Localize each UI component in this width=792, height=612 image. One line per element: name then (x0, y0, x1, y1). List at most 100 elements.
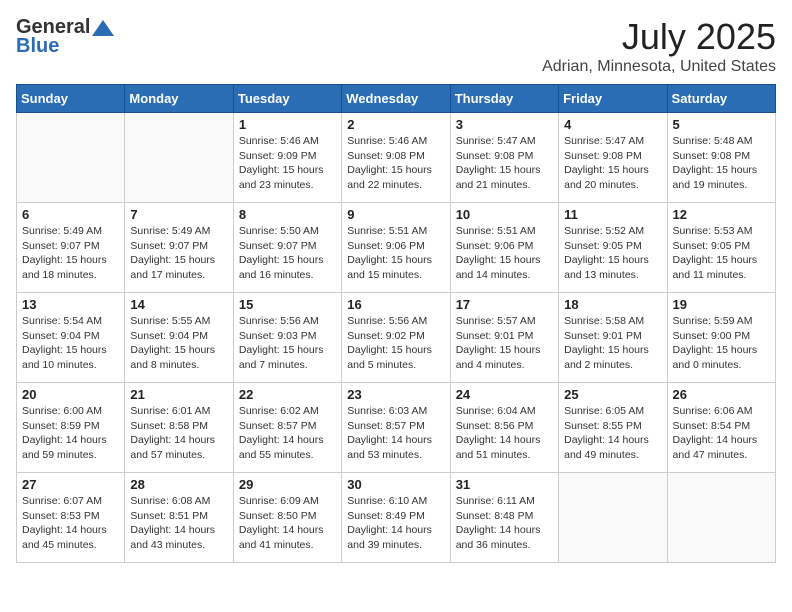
day-number: 23 (347, 387, 444, 402)
day-info: Sunrise: 5:55 AM Sunset: 9:04 PM Dayligh… (130, 314, 227, 373)
calendar-header-friday: Friday (559, 85, 667, 113)
calendar-cell: 11Sunrise: 5:52 AM Sunset: 9:05 PM Dayli… (559, 203, 667, 293)
calendar-cell: 20 Sunrise: 6:00 AM Sunset: 8:59 PM Dayli… (17, 383, 125, 473)
day-number: 19 (673, 297, 770, 312)
day-number: 12 (673, 207, 770, 222)
day-info: Sunrise: 5:49 AM Sunset: 9:07 PM Dayligh… (22, 224, 119, 283)
calendar-cell: 6 Sunrise: 5:49 AM Sunset: 9:07 PM Daylig… (17, 203, 125, 293)
calendar-cell: 2Sunrise: 5:46 AM Sunset: 9:08 PM Daylig… (342, 113, 450, 203)
week-row-2: 6 Sunrise: 5:49 AM Sunset: 9:07 PM Daylig… (17, 203, 776, 293)
calendar-cell: 27 Sunrise: 6:07 AM Sunset: 8:53 PM Dayli… (17, 473, 125, 563)
week-row-4: 20 Sunrise: 6:00 AM Sunset: 8:59 PM Dayli… (17, 383, 776, 473)
calendar-cell: 31 Sunrise: 6:11 AM Sunset: 8:48 PM Dayli… (450, 473, 558, 563)
day-number: 26 (673, 387, 770, 402)
day-number: 9 (347, 207, 444, 222)
calendar-cell: 26 Sunrise: 6:06 AM Sunset: 8:54 PM Dayli… (667, 383, 775, 473)
day-info: Sunrise: 6:00 AM Sunset: 8:59 PM Dayligh… (22, 404, 119, 463)
calendar-cell: 17 Sunrise: 5:57 AM Sunset: 9:01 PM Dayli… (450, 293, 558, 383)
day-number: 22 (239, 387, 336, 402)
day-info: Sunrise: 5:47 AM Sunset: 9:08 PM Dayligh… (456, 134, 553, 193)
location-subtitle: Adrian, Minnesota, United States (542, 58, 776, 76)
day-info: Sunrise: 5:52 AM Sunset: 9:05 PM Dayligh… (564, 224, 661, 283)
day-info: Sunrise: 6:01 AM Sunset: 8:58 PM Dayligh… (130, 404, 227, 463)
calendar-header-row: SundayMondayTuesdayWednesdayThursdayFrid… (17, 85, 776, 113)
day-number: 5 (673, 117, 770, 132)
calendar-cell: 30 Sunrise: 6:10 AM Sunset: 8:49 PM Dayli… (342, 473, 450, 563)
calendar-cell: 12 Sunrise: 5:53 AM Sunset: 9:05 PM Dayli… (667, 203, 775, 293)
day-info: Sunrise: 5:51 AM Sunset: 9:06 PM Dayligh… (456, 224, 553, 283)
day-number: 31 (456, 477, 553, 492)
day-number: 18 (564, 297, 661, 312)
calendar-header-sunday: Sunday (17, 85, 125, 113)
day-info: Sunrise: 6:03 AM Sunset: 8:57 PM Dayligh… (347, 404, 444, 463)
week-row-1: 1Sunrise: 5:46 AM Sunset: 9:09 PM Daylig… (17, 113, 776, 203)
day-info: Sunrise: 5:59 AM Sunset: 9:00 PM Dayligh… (673, 314, 770, 373)
day-number: 14 (130, 297, 227, 312)
day-number: 20 (22, 387, 119, 402)
day-info: Sunrise: 6:07 AM Sunset: 8:53 PM Dayligh… (22, 494, 119, 553)
calendar-cell: 7 Sunrise: 5:49 AM Sunset: 9:07 PM Daylig… (125, 203, 233, 293)
calendar-header-tuesday: Tuesday (233, 85, 341, 113)
day-number: 24 (456, 387, 553, 402)
day-number: 1 (239, 117, 336, 132)
day-number: 3 (456, 117, 553, 132)
day-number: 21 (130, 387, 227, 402)
calendar-cell: 29 Sunrise: 6:09 AM Sunset: 8:50 PM Dayli… (233, 473, 341, 563)
day-number: 6 (22, 207, 119, 222)
day-number: 30 (347, 477, 444, 492)
calendar-header-thursday: Thursday (450, 85, 558, 113)
day-number: 17 (456, 297, 553, 312)
calendar-header-saturday: Saturday (667, 85, 775, 113)
day-info: Sunrise: 5:47 AM Sunset: 9:08 PM Dayligh… (564, 134, 661, 193)
day-number: 8 (239, 207, 336, 222)
logo-icon (92, 20, 114, 36)
calendar-cell (17, 113, 125, 203)
day-number: 7 (130, 207, 227, 222)
day-info: Sunrise: 6:06 AM Sunset: 8:54 PM Dayligh… (673, 404, 770, 463)
day-number: 10 (456, 207, 553, 222)
logo: General Blue (16, 16, 116, 58)
day-info: Sunrise: 6:09 AM Sunset: 8:50 PM Dayligh… (239, 494, 336, 553)
day-info: Sunrise: 5:50 AM Sunset: 9:07 PM Dayligh… (239, 224, 336, 283)
calendar-cell: 8 Sunrise: 5:50 AM Sunset: 9:07 PM Daylig… (233, 203, 341, 293)
calendar-cell (559, 473, 667, 563)
page-header: General Blue July 2025 Adrian, Minnesota… (16, 16, 776, 76)
day-info: Sunrise: 6:04 AM Sunset: 8:56 PM Dayligh… (456, 404, 553, 463)
calendar-cell: 18 Sunrise: 5:58 AM Sunset: 9:01 PM Dayli… (559, 293, 667, 383)
day-info: Sunrise: 5:53 AM Sunset: 9:05 PM Dayligh… (673, 224, 770, 283)
day-number: 29 (239, 477, 336, 492)
calendar-cell: 19 Sunrise: 5:59 AM Sunset: 9:00 PM Dayli… (667, 293, 775, 383)
calendar-cell: 24 Sunrise: 6:04 AM Sunset: 8:56 PM Dayli… (450, 383, 558, 473)
day-info: Sunrise: 6:11 AM Sunset: 8:48 PM Dayligh… (456, 494, 553, 553)
day-info: Sunrise: 5:57 AM Sunset: 9:01 PM Dayligh… (456, 314, 553, 373)
calendar-cell: 13Sunrise: 5:54 AM Sunset: 9:04 PM Dayli… (17, 293, 125, 383)
calendar-cell: 22 Sunrise: 6:02 AM Sunset: 8:57 PM Dayli… (233, 383, 341, 473)
calendar-cell: 16Sunrise: 5:56 AM Sunset: 9:02 PM Dayli… (342, 293, 450, 383)
title-block: July 2025 Adrian, Minnesota, United Stat… (542, 16, 776, 76)
calendar-cell: 28Sunrise: 6:08 AM Sunset: 8:51 PM Dayli… (125, 473, 233, 563)
calendar-cell: 14 Sunrise: 5:55 AM Sunset: 9:04 PM Dayli… (125, 293, 233, 383)
calendar-cell: 15Sunrise: 5:56 AM Sunset: 9:03 PM Dayli… (233, 293, 341, 383)
day-info: Sunrise: 5:58 AM Sunset: 9:01 PM Dayligh… (564, 314, 661, 373)
day-info: Sunrise: 5:49 AM Sunset: 9:07 PM Dayligh… (130, 224, 227, 283)
calendar-cell (125, 113, 233, 203)
day-info: Sunrise: 5:54 AM Sunset: 9:04 PM Dayligh… (22, 314, 119, 373)
day-info: Sunrise: 5:51 AM Sunset: 9:06 PM Dayligh… (347, 224, 444, 283)
calendar-cell: 9 Sunrise: 5:51 AM Sunset: 9:06 PM Daylig… (342, 203, 450, 293)
calendar-cell (667, 473, 775, 563)
day-number: 15 (239, 297, 336, 312)
day-info: Sunrise: 5:56 AM Sunset: 9:02 PM Dayligh… (347, 314, 444, 373)
day-info: Sunrise: 6:02 AM Sunset: 8:57 PM Dayligh… (239, 404, 336, 463)
calendar-cell: 4 Sunrise: 5:47 AM Sunset: 9:08 PM Daylig… (559, 113, 667, 203)
calendar-cell: 5 Sunrise: 5:48 AM Sunset: 9:08 PM Daylig… (667, 113, 775, 203)
month-title: July 2025 (542, 16, 776, 58)
logo-blue-text: Blue (16, 35, 59, 58)
calendar-cell: 23 Sunrise: 6:03 AM Sunset: 8:57 PM Dayli… (342, 383, 450, 473)
calendar-header-monday: Monday (125, 85, 233, 113)
week-row-5: 27 Sunrise: 6:07 AM Sunset: 8:53 PM Dayli… (17, 473, 776, 563)
day-info: Sunrise: 6:10 AM Sunset: 8:49 PM Dayligh… (347, 494, 444, 553)
day-number: 27 (22, 477, 119, 492)
day-number: 4 (564, 117, 661, 132)
day-number: 2 (347, 117, 444, 132)
day-info: Sunrise: 5:48 AM Sunset: 9:08 PM Dayligh… (673, 134, 770, 193)
